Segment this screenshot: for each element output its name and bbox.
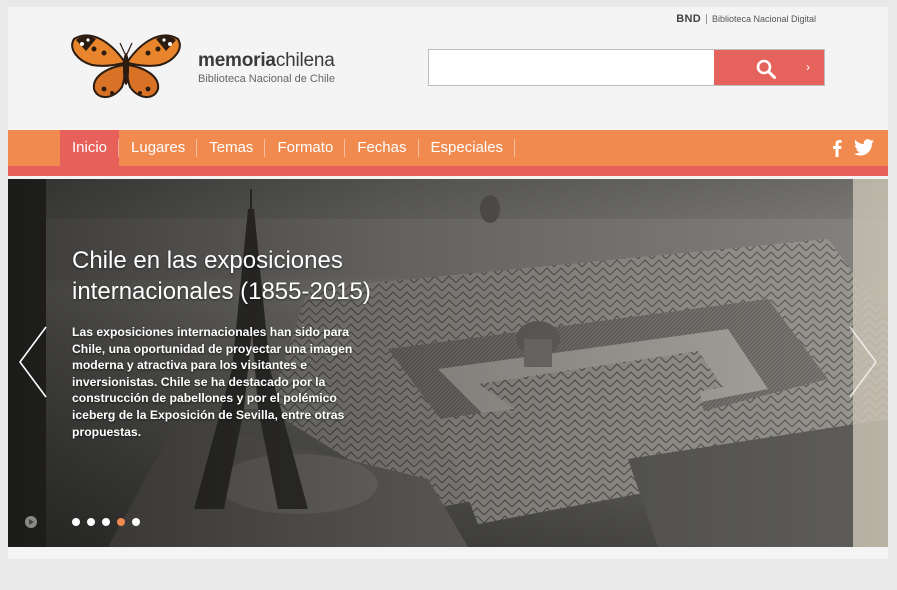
search-input[interactable]: [429, 50, 714, 85]
nav-item-label: Formato: [277, 139, 334, 156]
logo-subtitle: Biblioteca Nacional de Chile: [198, 73, 335, 85]
chevron-right-slide-icon[interactable]: [848, 325, 878, 404]
search-icon: [756, 59, 776, 84]
nav-item-lugares[interactable]: Lugares: [119, 130, 198, 166]
nav-item-label: Inicio: [72, 139, 108, 156]
nav-item-label: Fechas: [357, 139, 407, 156]
nav-divider: [514, 139, 516, 157]
nav-item-label: Especiales: [430, 139, 504, 156]
page: BND Biblioteca Nacional Digital memoriac…: [8, 7, 888, 559]
slide-dot[interactable]: [72, 518, 80, 526]
chevron-right-icon: ›: [806, 60, 810, 74]
logo-text: memoriachilena Biblioteca Nacional de Ch…: [198, 50, 335, 85]
nav-items: Inicio Lugares Temas Formato Fechas Espe…: [60, 130, 516, 166]
footer-strip: [8, 547, 888, 559]
logo-title-rest: chilena: [275, 50, 335, 71]
search-button[interactable]: ›: [714, 50, 824, 85]
bnd-link[interactable]: BND Biblioteca Nacional Digital: [676, 13, 816, 25]
nav-item-label: Lugares: [131, 139, 186, 156]
nav-item-label: Temas: [209, 139, 254, 156]
hero-title: Chile en las exposiciones internacionale…: [72, 247, 371, 305]
slide-dot[interactable]: [132, 518, 140, 526]
nav-item-inicio[interactable]: Inicio: [60, 130, 120, 166]
butterfly-icon: [70, 31, 182, 108]
hero-description: Las exposiciones internacionales han sid…: [72, 325, 353, 439]
nav-item-especiales[interactable]: Especiales: [419, 130, 516, 166]
main-nav: Inicio Lugares Temas Formato Fechas Espe…: [8, 130, 888, 166]
bnd-label: BND: [676, 13, 701, 25]
search-bar: ›: [428, 49, 825, 86]
slide-indicators: [72, 518, 140, 526]
facebook-icon[interactable]: [832, 139, 842, 162]
slide-dot-active[interactable]: [117, 518, 125, 526]
twitter-icon[interactable]: [854, 139, 874, 162]
bnd-separator: [705, 14, 707, 24]
logo-title: memoriachilena: [198, 50, 335, 72]
nav-accent-strip: [8, 166, 888, 176]
site-logo[interactable]: memoriachilena Biblioteca Nacional de Ch…: [70, 31, 335, 108]
nav-item-formato[interactable]: Formato: [265, 130, 346, 166]
hero-slider: Chile en las exposiciones internacionale…: [8, 179, 888, 547]
bnd-subtitle: Biblioteca Nacional Digital: [711, 14, 816, 24]
slide-dot[interactable]: [87, 518, 95, 526]
social-links: [832, 139, 874, 162]
play-icon[interactable]: [25, 516, 37, 528]
nav-item-fechas[interactable]: Fechas: [345, 130, 419, 166]
chevron-left-icon[interactable]: [18, 325, 48, 404]
logo-title-bold: memoria: [198, 50, 276, 71]
nav-item-temas[interactable]: Temas: [197, 130, 266, 166]
slide-dot[interactable]: [102, 518, 110, 526]
